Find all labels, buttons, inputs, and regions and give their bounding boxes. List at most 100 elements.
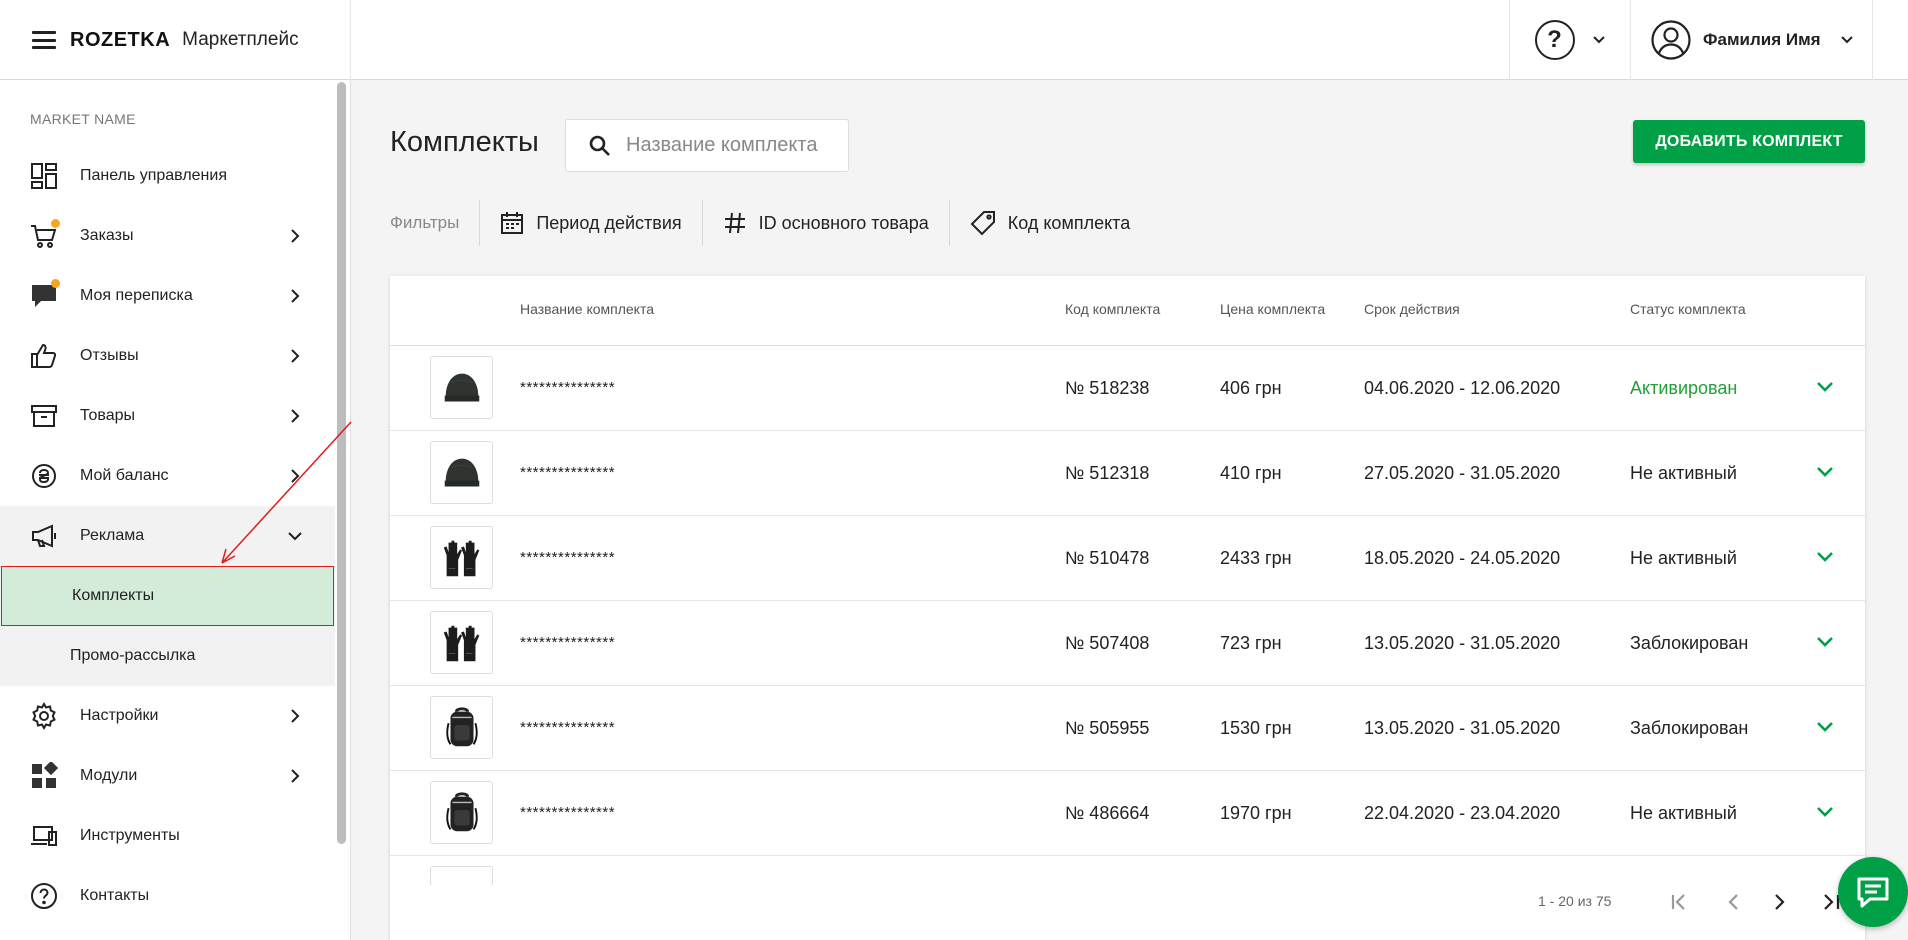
table-row[interactable]: *************** № 507408 723 грн 13.05.2020…: [390, 601, 1865, 686]
logo[interactable]: ROZETKA: [70, 29, 170, 52]
kit-period: 27.05.2020 - 31.05.2020: [1364, 463, 1561, 483]
kit-period: 13.05.2020 - 31.05.2020: [1364, 718, 1561, 738]
table-row[interactable]: *************** № 505955 1530 грн 13.05.202…: [390, 686, 1865, 771]
chevron-right-icon: [291, 289, 300, 303]
sidebar-item-settings[interactable]: Настройки: [0, 686, 335, 746]
sidebar-item-tools[interactable]: Инструменты: [0, 806, 335, 866]
expand-chevron-icon[interactable]: [1816, 636, 1834, 648]
kit-name: ***************: [520, 719, 616, 736]
help-menu[interactable]: ?: [1509, 0, 1629, 80]
filter-main-product-id[interactable]: ID основного товара: [703, 200, 949, 246]
kit-status: Активирован: [1630, 378, 1738, 398]
help-icon[interactable]: ?: [1534, 20, 1575, 60]
kit-status: Заблокирован: [1630, 633, 1749, 653]
filter-kit-code[interactable]: Код комплекта: [950, 200, 1150, 246]
sidebar-item-label: Панель управления: [80, 167, 227, 184]
filter-period[interactable]: Период действия: [480, 200, 701, 246]
hash-icon: [724, 212, 745, 234]
expand-chevron-icon[interactable]: [1816, 551, 1834, 563]
column-header-name[interactable]: Название комплекта: [520, 301, 654, 317]
sidebar-item-products[interactable]: Товары: [0, 386, 335, 446]
column-header-code[interactable]: Код комплекта: [1065, 301, 1160, 317]
devices-icon: [30, 822, 58, 850]
expand-chevron-icon[interactable]: [1816, 721, 1834, 733]
filter-kit-code-label: Код комплекта: [1007, 212, 1131, 233]
sidebar-item-messages[interactable]: Моя переписка: [0, 266, 335, 326]
sidebar-item-modules[interactable]: Модули: [0, 746, 335, 806]
menu-icon[interactable]: [32, 31, 56, 49]
chevron-down-icon[interactable]: [1840, 36, 1853, 44]
column-header-price[interactable]: Цена комплекта: [1220, 301, 1325, 317]
chevron-right-icon: [291, 409, 300, 423]
chat-button[interactable]: [1838, 857, 1908, 927]
kit-name: ***************: [520, 464, 616, 481]
sidebar-item-contacts[interactable]: Контакты: [0, 866, 335, 926]
table-row[interactable]: *************** № 512318 410 грн 27.05.2020…: [390, 431, 1865, 516]
user-menu[interactable]: Фамилия Имя: [1630, 0, 1873, 80]
next-page-button[interactable]: [1767, 889, 1793, 915]
sidebar-item-ads[interactable]: Реклама: [0, 506, 335, 566]
kits-table: Название комплекта Код комплекта Цена ко…: [390, 276, 1865, 940]
kit-period: 04.06.2020 - 12.06.2020: [1364, 378, 1561, 398]
kit-code: № 507408: [1065, 633, 1150, 653]
column-header-period[interactable]: Срок действия: [1364, 301, 1460, 317]
sidebar-scrollbar[interactable]: [337, 82, 346, 844]
page-title: Комплекты: [390, 126, 539, 158]
help-circle-icon: [30, 882, 58, 910]
sidebar-subitem-promo-mailing[interactable]: Промо-рассылка: [0, 626, 335, 686]
kit-code: № 486664: [1065, 803, 1150, 823]
kit-price: 406 грн: [1220, 378, 1282, 398]
kit-price: 410 грн: [1220, 463, 1282, 483]
table-row[interactable]: *************** № 486664 1970 грн 22.04.202…: [390, 771, 1865, 856]
column-header-status[interactable]: Статус комплекта: [1630, 301, 1746, 317]
kit-period: 22.04.2020 - 23.04.2020: [1364, 803, 1561, 823]
kit-code: № 518238: [1065, 378, 1150, 398]
first-page-icon: [1671, 894, 1685, 910]
chevron-down-icon: [288, 532, 302, 541]
sidebar-item-label: Заказы: [80, 227, 134, 244]
sidebar-item-balance[interactable]: Мой баланс: [0, 446, 335, 506]
sidebar-item-reviews[interactable]: Отзывы: [0, 326, 335, 386]
tag-icon: [970, 211, 995, 236]
chevron-right-icon: [291, 709, 300, 723]
search-input[interactable]: [626, 134, 836, 157]
chat-icon: [1857, 877, 1889, 908]
prev-page-button[interactable]: [1720, 889, 1746, 915]
kit-price: 1970 грн: [1220, 803, 1292, 823]
table-row[interactable]: *************** № 518238 406 грн 04.06.2020…: [390, 346, 1865, 431]
calendar-icon: [501, 212, 524, 234]
sidebar-item-label: Настройки: [80, 707, 159, 724]
kit-name: ***************: [520, 634, 616, 651]
chevron-down-icon[interactable]: [1592, 36, 1605, 44]
filter-main-id-label: ID основного товара: [758, 212, 929, 233]
sidebar-item-orders[interactable]: Заказы: [0, 206, 335, 266]
sidebar-item-label: Отзывы: [80, 347, 139, 364]
expand-chevron-icon[interactable]: [1816, 466, 1834, 478]
kit-price: 1530 грн: [1220, 718, 1292, 738]
kit-period: 18.05.2020 - 24.05.2020: [1364, 548, 1561, 568]
kit-code: № 510478: [1065, 548, 1150, 568]
sidebar-subitem-kits[interactable]: Комплекты: [1, 566, 334, 626]
kit-status: Заблокирован: [1630, 718, 1749, 738]
chevron-right-icon: [1775, 894, 1785, 910]
sidebar-item-dashboard[interactable]: Панель управления: [0, 146, 335, 206]
notification-dot: [51, 219, 60, 228]
kit-name: ***************: [520, 379, 616, 396]
sidebar-nav: Панель управления Заказы Моя переписка О…: [0, 146, 335, 926]
user-name[interactable]: Фамилия Имя: [1703, 30, 1821, 50]
table-row[interactable]: *************** № 510478 2433 грн 18.05.202…: [390, 516, 1865, 601]
product-thumbnail: [430, 781, 493, 844]
pagination: 1 - 20 из 75: [390, 881, 1865, 921]
search-box[interactable]: [565, 119, 849, 172]
sidebar-group-ads: Реклама Комплекты Промо-рассылка: [0, 506, 335, 686]
add-kit-button[interactable]: ДОБАВИТЬ КОМПЛЕКТ: [1633, 120, 1865, 163]
chevron-left-icon: [1728, 894, 1738, 910]
dashboard-icon: [30, 162, 58, 190]
kit-status: Не активный: [1630, 463, 1737, 483]
balance-icon: [30, 462, 58, 490]
expand-chevron-icon[interactable]: [1816, 806, 1834, 818]
first-page-button[interactable]: [1668, 889, 1694, 915]
filters-label: Фильтры: [390, 213, 460, 232]
sidebar-item-label: Реклама: [80, 527, 145, 544]
expand-chevron-icon[interactable]: [1816, 381, 1834, 393]
